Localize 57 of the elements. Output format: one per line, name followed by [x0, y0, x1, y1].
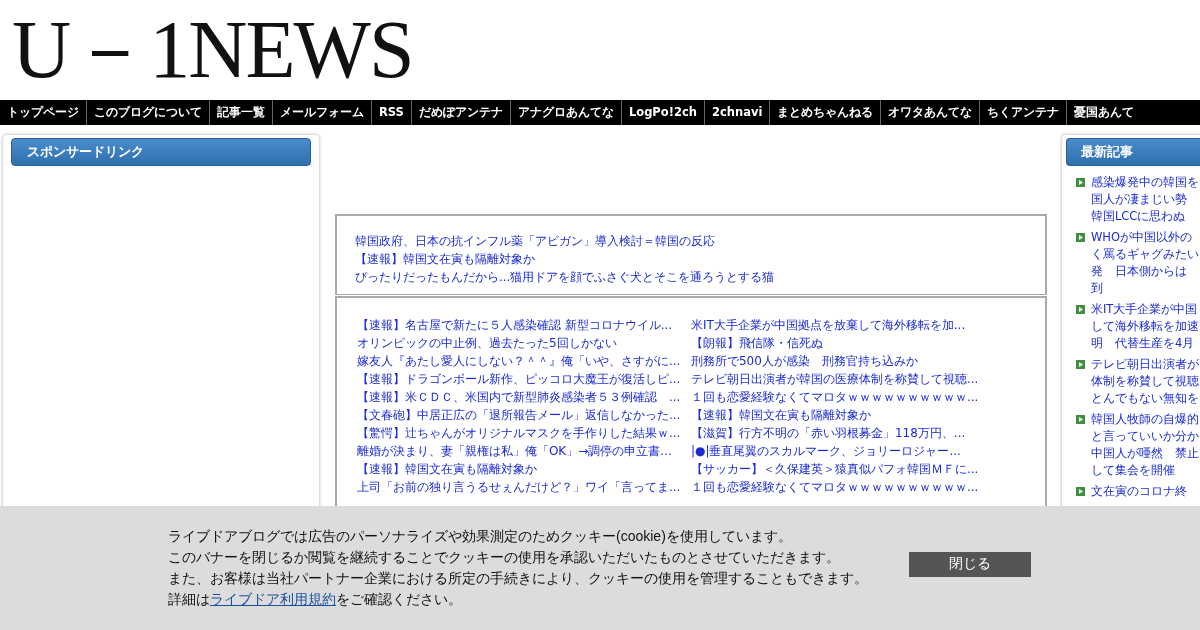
article-link[interactable]: 【朗報】飛信隊・信死ぬ	[690, 334, 1025, 352]
notice-text: また、お客様は当社パートナー企業における所定の手続きにより、クッキーの使用を管理することもできます。	[168, 569, 869, 588]
article-link[interactable]: 【文春砲】中居正広の「退所報告メール」返信しなかった...	[356, 406, 691, 424]
nav-link[interactable]: トップページ	[0, 100, 87, 125]
bullet-icon	[1075, 178, 1085, 187]
article-link[interactable]: 【速報】ドラゴンボール新作、ピッコロ大魔王が復活しピ...	[356, 370, 691, 388]
article-link[interactable]: 【速報】韓国文在寅も隔離対象か	[356, 460, 691, 478]
article-link[interactable]: テレビ朝日出演者が韓国の医療体制を称賛して視聴...	[690, 370, 1025, 388]
article-link[interactable]: 【速報】米ＣＤＣ、米国内で新型肺炎感染者５３例確認 ...	[356, 388, 691, 406]
article-link[interactable]: |●|垂直尾翼のスカルマーク、ジョリーロジャー...	[690, 442, 1025, 460]
article-link[interactable]: 【滋賀】行方不明の「赤い羽根募金」118万円、...	[690, 424, 1025, 442]
article-link[interactable]: 【驚愕】辻ちゃんがオリジナルマスクを手作りした結果ｗ...	[356, 424, 691, 442]
nav-link[interactable]: 憂国あんて	[1067, 100, 1142, 125]
notice-text: ライブドアブログでは広告のパーソナライズや効果測定のためクッキー(cookie)を使用しています。	[168, 527, 793, 546]
article-link[interactable]: １回も恋愛経験なくてマロタｗｗｗｗｗｗｗｗｗｗ...	[690, 388, 1025, 406]
article-link[interactable]: 嫁友人『あたし愛人にしない？＾＾』俺「いや、さすがに...	[356, 352, 691, 370]
article-link[interactable]: 韓国政府、日本の抗インフル薬「アビガン」導入検討＝韓国の反応	[354, 232, 1027, 250]
nav-link[interactable]: ちくアンテナ	[980, 100, 1068, 125]
article-link[interactable]: 米IT大手企業が中国 して海外移転を加速 明 代替生産を4月	[1090, 301, 1199, 352]
article-link[interactable]: 刑務所で500人が感染 刑務官持ち込みか	[690, 352, 1025, 370]
notice-text: 詳細はライブドア利用規約をご確認ください。	[168, 590, 463, 609]
bullet-icon	[1075, 305, 1085, 314]
nav-link[interactable]: アナグロあんてな	[510, 100, 622, 125]
close-button[interactable]: 閉じる	[909, 551, 1031, 577]
nav-link[interactable]: オワタあんてな	[881, 100, 981, 125]
article-link[interactable]: 上司「お前の独り言うるせぇんだけど？」ワイ「言ってま...	[356, 478, 691, 496]
bullet-icon	[1075, 360, 1085, 369]
nav-link[interactable]: このブログについて	[87, 100, 210, 125]
article-link[interactable]: 韓国人牧師の自爆的 と言っていいか分か 中国人が唖然 禁止 して集会を開催	[1090, 411, 1199, 479]
article-link[interactable]: 【速報】韓国文在寅も隔離対象か	[354, 250, 1027, 268]
notice-text: このバナーを閉じるか閲覧を継続することでクッキーの使用を承認いただいたものとさせていただきます。	[168, 548, 841, 567]
nav-link[interactable]: まとめちゃんねる	[770, 100, 882, 125]
article-link[interactable]: WHOが中国以外の く罵るギャグみたい 発 日本側からは 到	[1090, 229, 1199, 297]
article-link[interactable]: オリンピックの中止例、過去たった5回しかない	[356, 334, 691, 352]
article-link[interactable]: 感染爆発中の韓国を 国人が凄まじい勢 韓国LCCに思わぬ	[1090, 174, 1199, 225]
article-link[interactable]: 【サッカー】＜久保建英＞猿真似パフォ韓国ＭＦに...	[690, 460, 1025, 478]
site-logo[interactable]: U－1NEWS	[12, 9, 413, 91]
nav-link[interactable]: 2chnavi	[704, 100, 771, 125]
nav-link[interactable]: メールフォーム	[273, 100, 372, 125]
article-link[interactable]: テレビ朝日出演者が 体制を称賛して視聴 とんでもない無知を	[1090, 356, 1199, 407]
article-link[interactable]: １回も恋愛経験なくてマロタｗｗｗｗｗｗｗｗｗｗ...	[690, 478, 1025, 496]
sidebar-heading: スポンサードリンク	[11, 138, 311, 166]
terms-link[interactable]: ライブドア利用規約	[210, 591, 336, 607]
bullet-icon	[1075, 487, 1085, 496]
article-link[interactable]: 離婚が決まり、妻「親権は私」俺「OK」→調停の申立書...	[356, 442, 691, 460]
nav-link[interactable]: LogPo!2ch	[621, 100, 705, 125]
sidebar-heading: 最新記事	[1065, 138, 1200, 166]
article-link[interactable]: 米IT大手企業が中国拠点を放棄して海外移転を加...	[690, 316, 1025, 334]
article-link[interactable]: ぴったりだったもんだから...猫用ドアを顔でふさぐ犬とそこを通ろうとする猫	[354, 268, 1027, 286]
article-link[interactable]: 【速報】名古屋で新たに５人感染確認 新型コロナウイル...	[356, 316, 691, 334]
bullet-icon	[1075, 233, 1085, 242]
nav-link[interactable]: だめぽアンテナ	[411, 100, 511, 125]
article-link[interactable]: 【速報】韓国文在寅も隔離対象か	[690, 406, 1025, 424]
article-link[interactable]: 文在寅のコロナ終	[1090, 483, 1187, 500]
nav-link[interactable]: 記事一覧	[210, 100, 273, 125]
bullet-icon	[1075, 415, 1085, 424]
nav-link[interactable]: RSS	[372, 100, 412, 125]
